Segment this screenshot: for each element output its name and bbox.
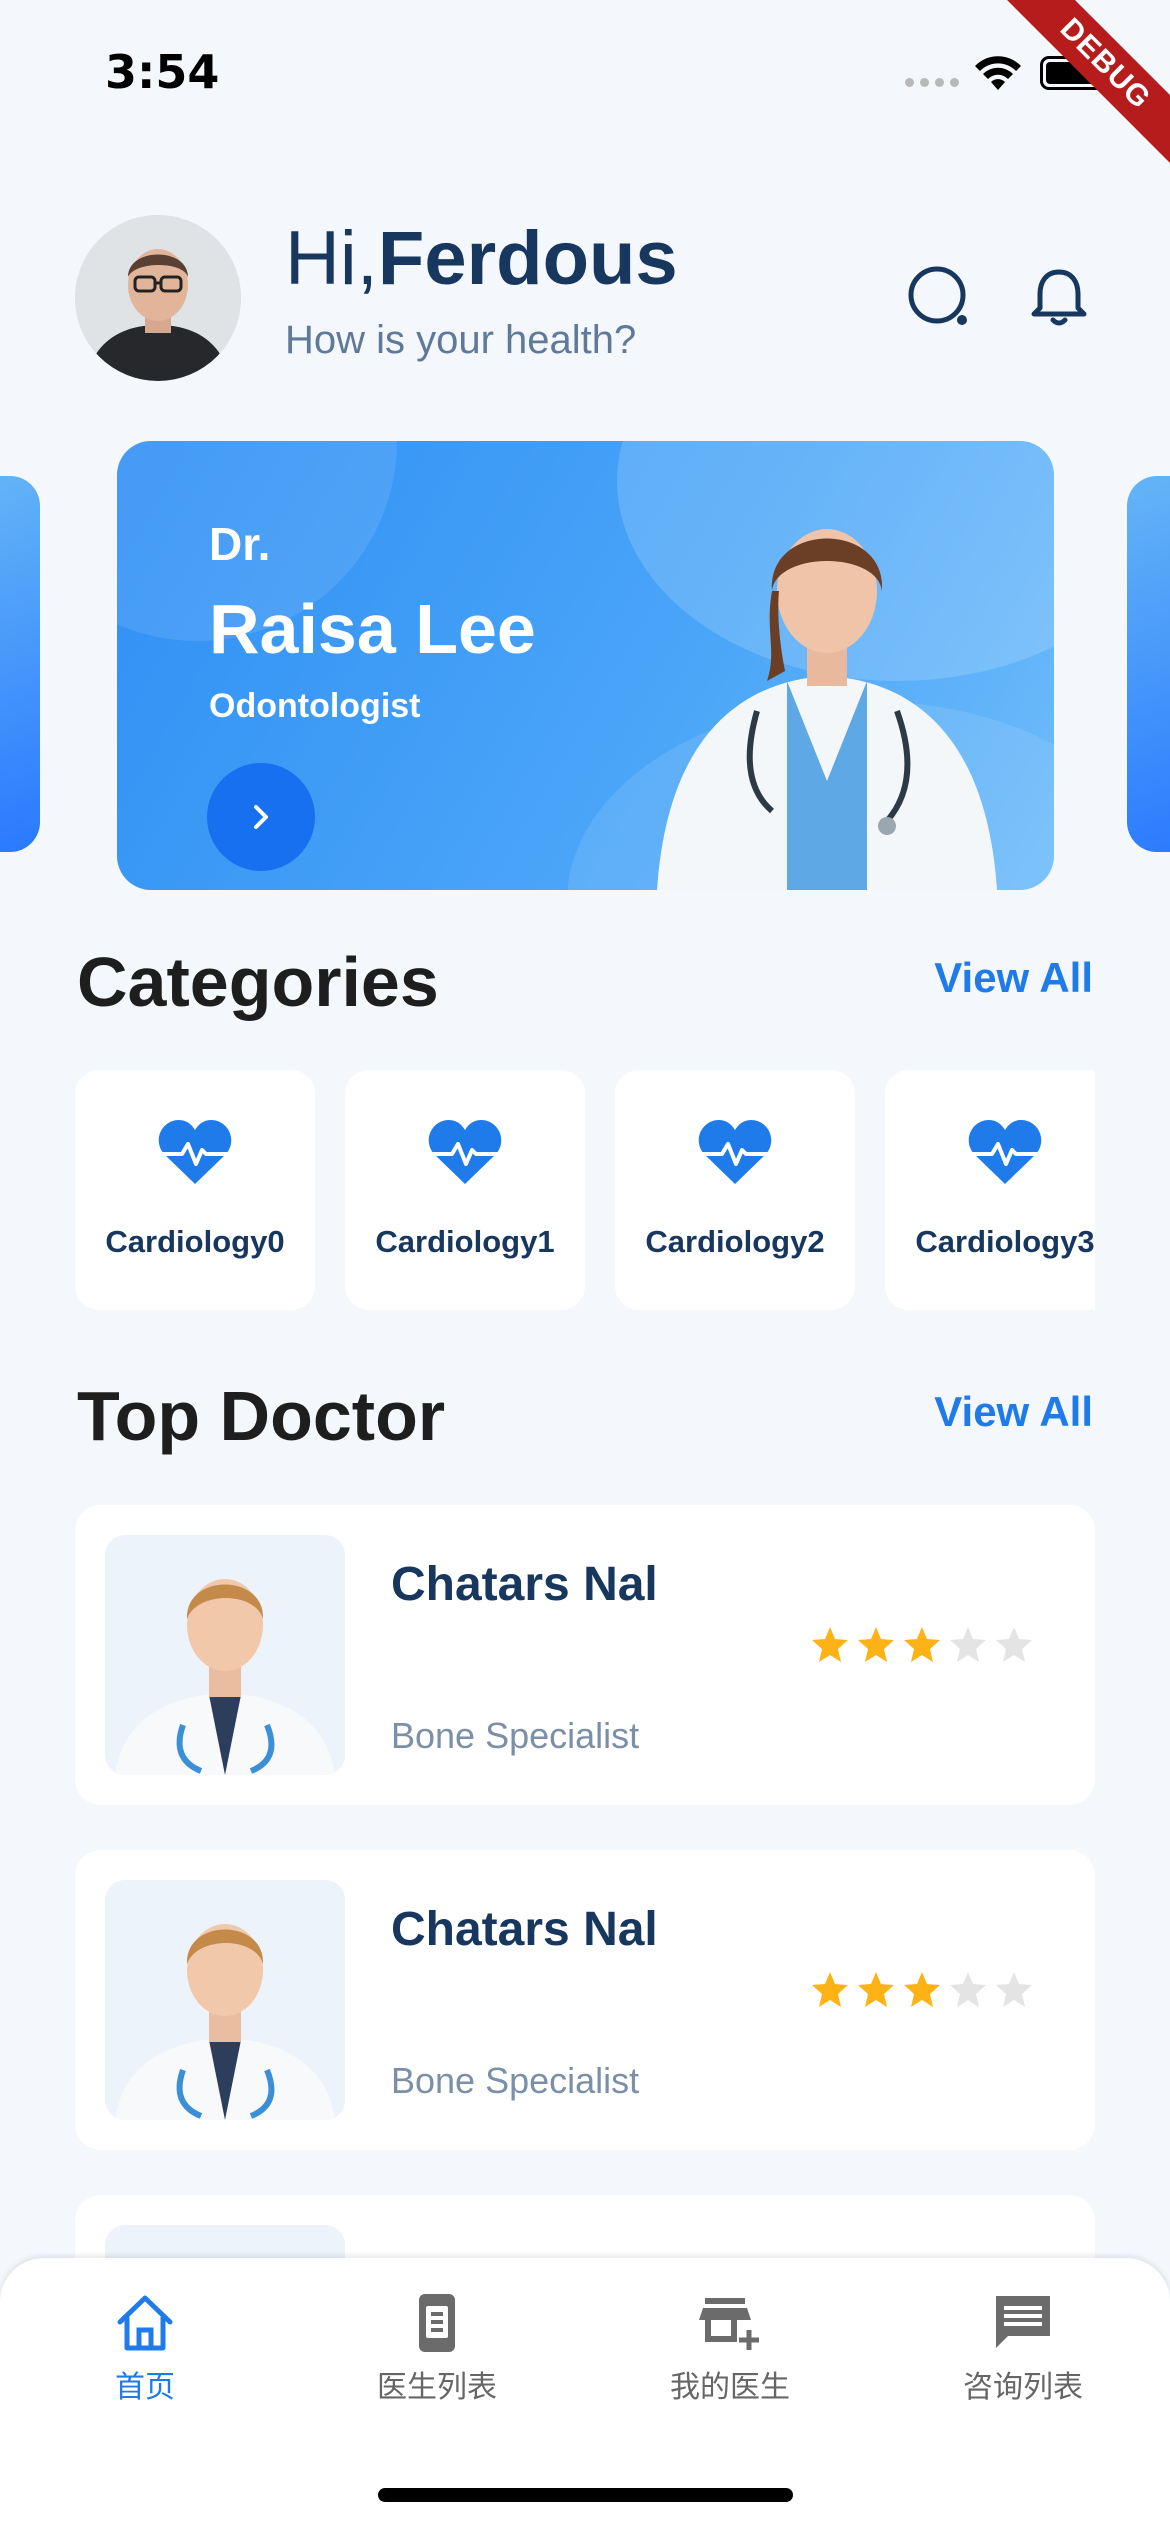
heart-pulse-icon [698, 1120, 772, 1184]
wifi-icon [975, 56, 1021, 90]
banner-specialty: Odontologist [209, 687, 421, 725]
nav-item-my-doctors[interactable]: 我的医生 [630, 2290, 830, 2406]
rating-stars [810, 1625, 1034, 1665]
star-filled-icon [858, 1627, 894, 1662]
star-filled-icon [904, 1972, 940, 2007]
categories-view-all-link[interactable]: View All [934, 954, 1093, 1002]
female-doctor-image [657, 529, 997, 890]
heart-pulse-icon [158, 1120, 232, 1184]
categories-title: Categories [77, 943, 439, 1021]
category-card[interactable]: Cardiology1 [345, 1070, 585, 1310]
nav-item-doctor-list[interactable]: 医生列表 [337, 2290, 537, 2406]
doctor-photo [105, 1880, 345, 2120]
top-doctor-title: Top Doctor [77, 1377, 446, 1455]
banner-title-prefix: Dr. [209, 518, 271, 570]
doctor-specialty: Bone Specialist [391, 2060, 640, 2101]
category-card[interactable]: Cardiology0 [75, 1070, 315, 1310]
star-empty-icon [996, 1627, 1032, 1662]
category-label: Cardiology3 [915, 1224, 1095, 1259]
greeting: Hi,Ferdous [285, 215, 678, 302]
doctor-specialty: Bone Specialist [391, 1715, 640, 1756]
category-label: Cardiology2 [645, 1224, 825, 1259]
categories-list[interactable]: Cardiology0 Cardiology1 Cardiology2 Card… [75, 1070, 1095, 1310]
star-filled-icon [904, 1627, 940, 1662]
nav-item-consultation-list[interactable]: 咨询列表 [923, 2290, 1123, 2406]
chevron-right-icon [254, 805, 268, 829]
heart-pulse-icon [968, 1120, 1042, 1184]
user-avatar[interactable] [75, 215, 241, 381]
debug-banner: DEBUG [974, 0, 1170, 195]
doctor-photo [105, 1535, 345, 1775]
phone-icon [419, 2294, 455, 2352]
banner-open-button[interactable] [207, 763, 315, 871]
category-label: Cardiology1 [375, 1224, 555, 1259]
star-filled-icon [812, 1972, 848, 2007]
search-icon[interactable] [904, 262, 974, 332]
category-label: Cardiology0 [105, 1224, 285, 1259]
doctor-card[interactable]: Chatars Nal Bone Specialist [75, 1850, 1095, 2150]
home-indicator [378, 2488, 793, 2502]
star-filled-icon [858, 1972, 894, 2007]
category-card[interactable]: Cardiology2 [615, 1070, 855, 1310]
category-card[interactable]: Cardiology3 [885, 1070, 1095, 1310]
cellular-signal-icon [905, 78, 959, 87]
top-doctor-view-all-link[interactable]: View All [934, 1388, 1093, 1436]
home-icon [117, 2295, 173, 2351]
chat-icon [996, 2296, 1050, 2348]
star-empty-icon [996, 1972, 1032, 2007]
star-empty-icon [950, 1627, 986, 1662]
notification-bell-icon[interactable] [1024, 262, 1094, 332]
status-bar: 3:54 DEBUG [0, 0, 1170, 195]
rating-stars [810, 1970, 1034, 2010]
status-time: 3:54 [105, 45, 220, 99]
previous-banner-card[interactable] [0, 476, 40, 852]
featured-doctor-banner[interactable]: Dr. Raisa Lee Odontologist [117, 441, 1054, 890]
nav-item-home[interactable]: 首页 [45, 2290, 245, 2406]
doctor-card[interactable]: Chatars Nal Bone Specialist [75, 1505, 1095, 1805]
star-empty-icon [950, 1972, 986, 2007]
user-name: Ferdous [377, 216, 678, 301]
doctor-name: Chatars Nal [391, 1558, 658, 1611]
doctor-name: Chatars Nal [391, 1903, 658, 1956]
health-question: How is your health? [285, 318, 637, 362]
banner-doctor-name: Raisa Lee [209, 590, 536, 668]
nav-label: 咨询列表 [963, 2370, 1083, 2405]
nav-label: 首页 [115, 2370, 175, 2405]
nav-label: 我的医生 [670, 2370, 790, 2405]
add-business-icon [699, 2298, 759, 2350]
next-banner-card[interactable] [1127, 476, 1170, 852]
greeting-prefix: Hi, [285, 216, 378, 301]
heart-pulse-icon [428, 1120, 502, 1184]
star-filled-icon [812, 1627, 848, 1662]
nav-label: 医生列表 [377, 2370, 497, 2405]
